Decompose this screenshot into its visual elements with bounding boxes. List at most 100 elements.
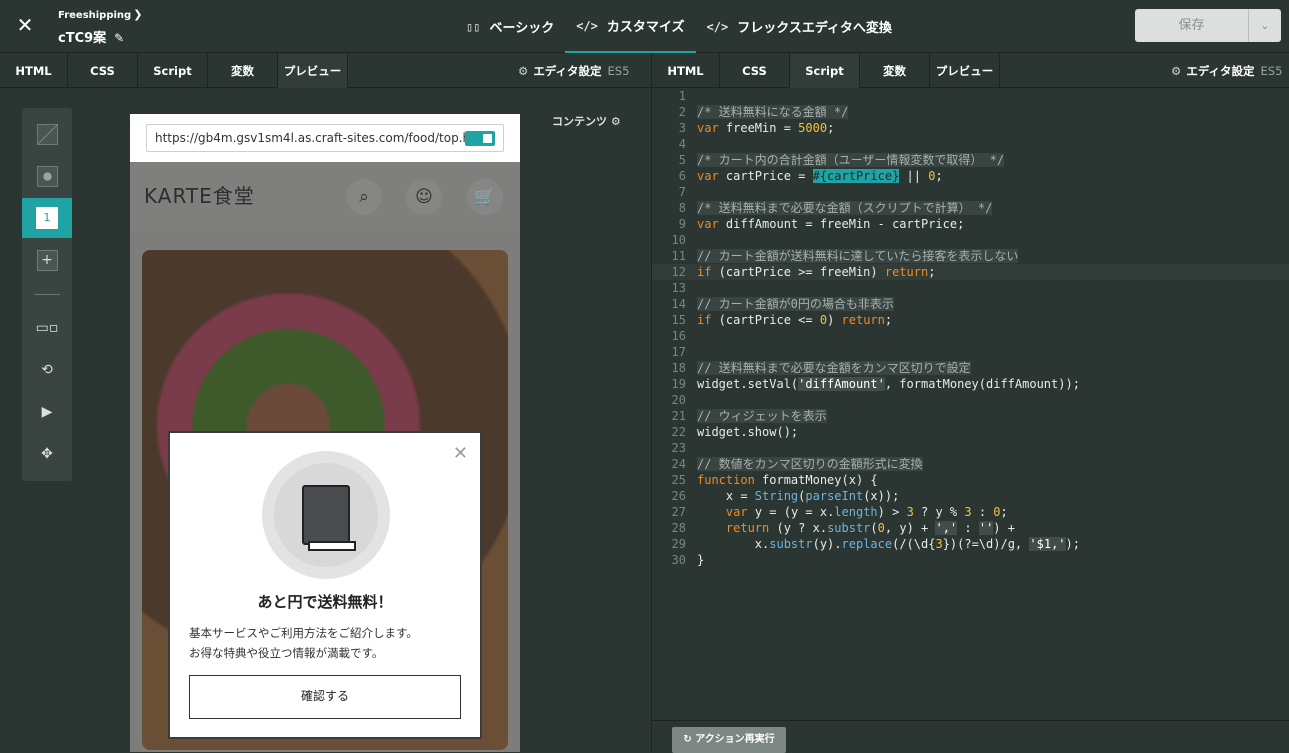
code-line[interactable]: 11 // カート金額が送料無料に達していたら接客を表示しない xyxy=(652,248,1289,264)
preview-url-text: https://gb4m.gsv1sm4l.as.craft-sites.com… xyxy=(155,131,490,145)
pencil-icon[interactable]: ✎ xyxy=(114,31,124,45)
code-line[interactable]: 22 widget.show(); xyxy=(652,424,1289,440)
user-icon[interactable]: ☺ xyxy=(406,179,442,215)
rerun-action-button[interactable]: ↻ アクション再実行 xyxy=(672,727,786,753)
code-line[interactable]: 15 if (cartPrice <= 0) return; xyxy=(652,312,1289,328)
left-tab-css[interactable]: CSS xyxy=(68,54,138,88)
modal-body-line-1: 基本サービスやご利用方法をご紹介します。 xyxy=(189,626,418,640)
preview-url-input[interactable]: https://gb4m.gsv1sm4l.as.craft-sites.com… xyxy=(146,124,504,152)
code-line[interactable]: 9 var diffAmount = freeMin - cartPrice; xyxy=(652,216,1289,232)
layout-icon: ▯▯ xyxy=(466,19,481,34)
modal-body-line-2: お得な特典や役立つ情報が満載です。 xyxy=(189,646,384,660)
refresh-icon: ↻ xyxy=(683,734,696,745)
code-line[interactable]: 17 xyxy=(652,344,1289,360)
line-number: 20 xyxy=(671,393,686,407)
right-tab-preview[interactable]: プレビュー xyxy=(930,54,1000,88)
chevron-down-icon[interactable]: ⌄ xyxy=(1249,9,1281,42)
device-tool[interactable]: ▭▫ xyxy=(22,308,72,348)
code-line[interactable]: 24 // 数値をカンマ区切りの金額形式に変換 xyxy=(652,456,1289,472)
code-line[interactable]: 21 // ウィジェットを表示 xyxy=(652,408,1289,424)
device-preview: https://gb4m.gsv1sm4l.as.craft-sites.com… xyxy=(130,114,520,752)
line-number: 4 xyxy=(678,137,686,151)
code-line[interactable]: 13 xyxy=(652,280,1289,296)
contents-panel-title[interactable]: コンテンツ ⚙ xyxy=(552,113,621,129)
code-line[interactable]: 28 return (y ? x.substr(0, y) + ',' : ''… xyxy=(652,520,1289,536)
right-tab-html[interactable]: HTML xyxy=(652,54,720,88)
code-line[interactable]: 25 function formatMoney(x) { xyxy=(652,472,1289,488)
right-tab-script[interactable]: Script xyxy=(790,54,860,88)
tab-basic[interactable]: ▯▯ ベーシック xyxy=(455,0,565,53)
code-line[interactable]: 12 if (cartPrice >= freeMin) return; xyxy=(652,264,1289,280)
modal-body: 基本サービスやご利用方法をご紹介します。 お得な特典や役立つ情報が満載です。 xyxy=(189,623,469,663)
code-line[interactable]: 29 x.substr(y).replace(/(\d{3})(?=\d)/g,… xyxy=(652,536,1289,552)
left-tab-script[interactable]: Script xyxy=(138,54,208,88)
line-number: 6 xyxy=(678,169,686,183)
book-icon xyxy=(302,485,356,551)
code-line[interactable]: 5 /* カート内の合計金額（ユーザー情報変数で取得） */ xyxy=(652,152,1289,168)
code-line[interactable]: 23 xyxy=(652,440,1289,456)
line-number: 13 xyxy=(671,281,686,295)
slash-box-icon xyxy=(36,123,58,145)
code-text: // 数値をカンマ区切りの金額形式に変換 xyxy=(697,457,923,471)
rotate-tool[interactable]: ⟲ xyxy=(22,350,72,390)
confirm-button[interactable]: 確認する xyxy=(189,675,461,719)
code-line[interactable]: 30} xyxy=(652,552,1289,568)
code-line[interactable]: 16 xyxy=(652,328,1289,344)
code-line[interactable]: 19 widget.setVal('diffAmount', formatMone… xyxy=(652,376,1289,392)
line-number: 28 xyxy=(671,521,686,535)
left-tab-preview[interactable]: プレビュー xyxy=(278,54,348,88)
code-line[interactable]: 27 var y = (y = x.length) > 3 ? y % 3 : … xyxy=(652,504,1289,520)
line-number: 26 xyxy=(671,489,686,503)
overlay-tool[interactable] xyxy=(22,156,72,196)
tab-flex-convert[interactable]: </> フレックスエディタへ変換 xyxy=(696,0,903,53)
code-line[interactable]: 6 var cartPrice = #{cartPrice} || 0; xyxy=(652,168,1289,184)
page-1-tool[interactable]: 1 xyxy=(22,198,72,238)
right-tab-variables[interactable]: 変数 xyxy=(860,54,930,88)
url-toggle[interactable] xyxy=(465,131,495,146)
code-line[interactable]: 7 xyxy=(652,184,1289,200)
add-page-tool[interactable]: + xyxy=(22,240,72,280)
fullscreen-tool[interactable]: ✥ xyxy=(22,434,72,474)
tab-flex-convert-label: フレックスエディタへ変換 xyxy=(737,21,892,36)
right-editor-settings[interactable]: ⚙ エディタ設定 ES5 xyxy=(1171,54,1282,88)
breadcrumb-label: Freeshipping xyxy=(58,10,132,21)
line-number: 12 xyxy=(671,265,686,279)
code-text: var freeMin = 5000; xyxy=(697,121,835,135)
tab-customize[interactable]: </> カスタマイズ xyxy=(565,0,696,53)
right-tab-css[interactable]: CSS xyxy=(720,54,790,88)
cart-icon[interactable]: 🛒 xyxy=(467,179,503,215)
line-number: 21 xyxy=(671,409,686,423)
breadcrumb[interactable]: Freeshipping ❯ xyxy=(58,8,142,21)
code-line[interactable]: 14 // カート金額が0円の場合も非表示 xyxy=(652,296,1289,312)
code-line[interactable]: 26 x = String(parseInt(x)); xyxy=(652,488,1289,504)
no-background-tool[interactable] xyxy=(22,114,72,154)
code-text: if (cartPrice >= freeMin) return; xyxy=(697,265,936,279)
close-icon[interactable]: ✕ xyxy=(14,14,36,36)
editor-mode: ES5 xyxy=(607,64,630,78)
code-line[interactable]: 4 xyxy=(652,136,1289,152)
left-tab-html[interactable]: HTML xyxy=(0,54,68,88)
code-line[interactable]: 20 xyxy=(652,392,1289,408)
line-number: 27 xyxy=(671,505,686,519)
tab-customize-label: カスタマイズ xyxy=(606,20,685,35)
left-editor-settings[interactable]: ⚙ エディタ設定 ES5 xyxy=(518,54,629,88)
code-editor[interactable]: 1 2/* 送料無料になる金額 */3 var freeMin = 5000; 4 5/… xyxy=(652,88,1289,720)
top-bar: ✕ Freeshipping ❯ cTC9案 ✎ ▯▯ ベーシック </> カスタマイズ… xyxy=(0,0,1289,53)
code-line[interactable]: 2 /* 送料無料になる金額 */ xyxy=(652,104,1289,120)
code-line[interactable]: 1 xyxy=(652,88,1289,104)
code-line[interactable]: 8 /* 送料無料まで必要な金額（スクリプトで計算） */ xyxy=(652,200,1289,216)
page-title: cTC9案 ✎ xyxy=(58,27,124,46)
code-line[interactable]: 18 // 送料無料まで必要な金額をカンマ区切りで設定 xyxy=(652,360,1289,376)
code-line[interactable]: 10 xyxy=(652,232,1289,248)
left-tab-variables[interactable]: 変数 xyxy=(208,54,278,88)
close-icon[interactable]: ✕ xyxy=(453,443,468,464)
tab-basic-label: ベーシック xyxy=(489,21,555,36)
line-number: 7 xyxy=(678,185,686,199)
sliders-icon: ⚙ xyxy=(1171,64,1182,78)
search-icon[interactable]: ⌕ xyxy=(346,179,382,215)
line-number: 10 xyxy=(671,233,686,247)
play-tool[interactable]: ▶ xyxy=(22,392,72,432)
code-line[interactable]: 3 var freeMin = 5000; xyxy=(652,120,1289,136)
code-text: x.substr(y).replace(/(\d{3})(?=\d)/g, '$… xyxy=(697,537,1080,551)
save-button[interactable]: 保存 ⌄ xyxy=(1135,9,1281,42)
